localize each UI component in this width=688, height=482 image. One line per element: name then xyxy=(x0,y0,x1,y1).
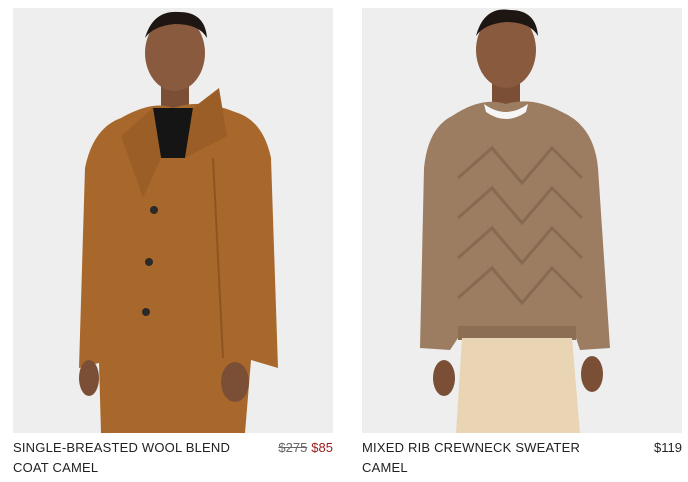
product-card-sweater[interactable]: MIXED RIB CREWNECK SWEATER CAMEL $119 xyxy=(362,8,682,482)
original-price: $275 xyxy=(278,440,308,455)
product-image-sweater[interactable] xyxy=(362,8,682,433)
product-price: $119 xyxy=(654,438,682,458)
sweater-product-image xyxy=(362,8,682,433)
product-name[interactable]: MIXED RIB CREWNECK SWEATER CAMEL xyxy=(362,438,592,478)
product-name[interactable]: SINGLE-BREASTED WOOL BLEND COAT CAMEL xyxy=(13,438,243,478)
regular-price: $119 xyxy=(654,440,682,455)
product-card-coat[interactable]: SINGLE-BREASTED WOOL BLEND COAT CAMEL $2… xyxy=(13,8,333,482)
product-price: $275 $85 xyxy=(278,438,333,458)
product-image-coat[interactable] xyxy=(13,8,333,433)
sale-price: $85 xyxy=(311,440,333,455)
coat-product-image xyxy=(13,8,333,433)
